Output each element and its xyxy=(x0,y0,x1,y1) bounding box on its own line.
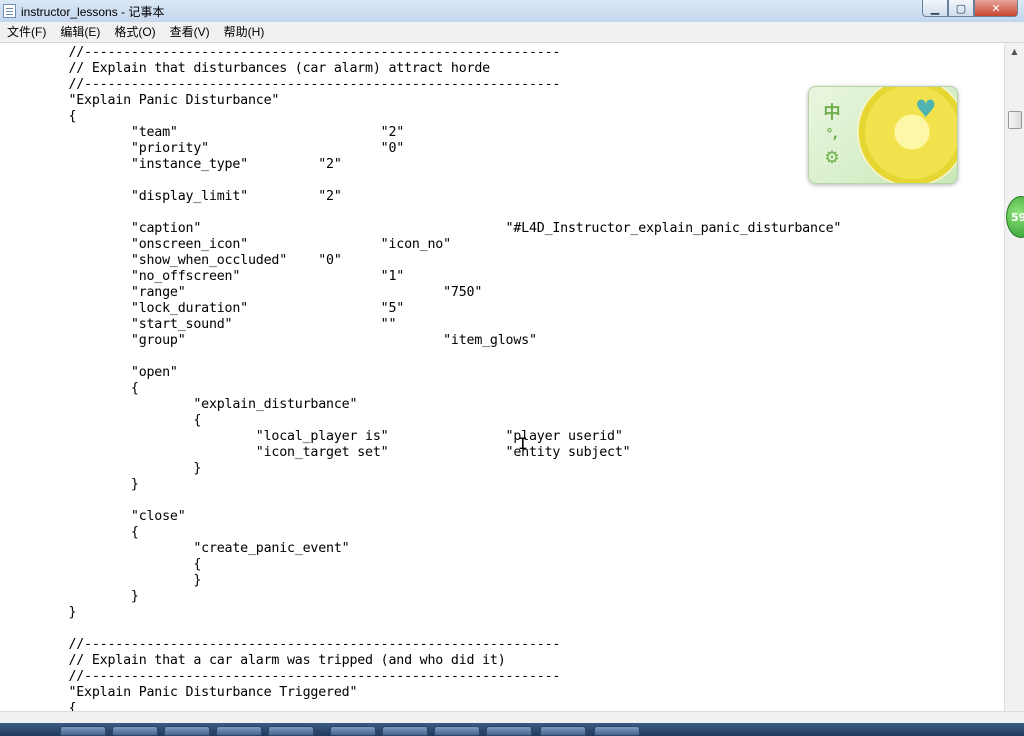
editor-line: //--------------------------------------… xyxy=(6,45,561,60)
ime-settings-button[interactable]: ⚙ xyxy=(819,147,845,169)
ime-mode-button[interactable]: 中 xyxy=(819,99,845,123)
editor-line: "local_player is" "player userid" xyxy=(6,429,623,444)
taskbar-app[interactable] xyxy=(112,726,158,736)
taskbar-app[interactable] xyxy=(164,726,210,736)
maximize-button[interactable]: ▢ xyxy=(948,0,974,17)
editor-line: "range" "750" xyxy=(6,285,483,300)
menu-file[interactable]: 文件(F) xyxy=(0,22,53,42)
window-title: instructor_lessons - 记事本 xyxy=(21,5,165,19)
window-controls: ▁ ▢ ✕ xyxy=(922,0,1018,18)
editor-line: "Explain Panic Disturbance Triggered" xyxy=(6,685,358,700)
editor-line: } xyxy=(6,605,77,620)
taskbar-app[interactable] xyxy=(434,726,480,736)
taskbar-app[interactable] xyxy=(540,726,586,736)
editor-line: "display_limit" "2" xyxy=(6,189,342,204)
menu-bar: 文件(F) 编辑(E) 格式(O) 查看(V) 帮助(H) xyxy=(0,22,1024,43)
heart-icon: ♥ xyxy=(915,95,937,123)
chinese-mode-icon: 中 xyxy=(823,102,841,123)
editor-line: { xyxy=(6,413,202,428)
close-icon: ✕ xyxy=(991,1,1001,15)
punctuation-icon: °, xyxy=(826,126,838,142)
menu-edit[interactable]: 编辑(E) xyxy=(53,22,107,42)
gear-icon: ⚙ xyxy=(824,148,840,168)
editor-line: } xyxy=(6,573,202,588)
editor-line: { xyxy=(6,525,139,540)
side-badge-label: 59 xyxy=(1011,210,1024,224)
taskbar-app[interactable] xyxy=(382,726,428,736)
minimize-icon: ▁ xyxy=(930,1,940,15)
editor-line: "create_panic_event" xyxy=(6,541,350,556)
editor-line: // Explain that a car alarm was tripped … xyxy=(6,653,506,668)
editor-line: "instance_type" "2" xyxy=(6,157,342,172)
scroll-up-icon[interactable]: ▲ xyxy=(1005,43,1024,60)
editor-line: //--------------------------------------… xyxy=(6,77,561,92)
editor-line: "onscreen_icon" "icon_no" xyxy=(6,237,451,252)
editor-line: { xyxy=(6,701,77,711)
menu-format[interactable]: 格式(O) xyxy=(107,22,162,42)
ime-toolbar[interactable]: ♥ 中 °, ⚙ xyxy=(808,86,958,184)
editor-line: } xyxy=(6,477,139,492)
maximize-icon: ▢ xyxy=(955,1,967,15)
editor-line: "team" "2" xyxy=(6,125,405,140)
editor-line: "no_offscreen" "1" xyxy=(6,269,405,284)
notepad-icon xyxy=(3,4,16,18)
editor-line: "start_sound" "" xyxy=(6,317,397,332)
ime-punctuation-button[interactable]: °, xyxy=(819,123,845,145)
vertical-scrollbar[interactable]: ▲ xyxy=(1004,43,1024,711)
editor-line: { xyxy=(6,381,139,396)
menu-view[interactable]: 查看(V) xyxy=(163,22,217,42)
taskbar-app[interactable] xyxy=(330,726,376,736)
minimize-button[interactable]: ▁ xyxy=(922,0,948,17)
editor-line: //--------------------------------------… xyxy=(6,637,561,652)
menu-help[interactable]: 帮助(H) xyxy=(217,22,272,42)
lemon-skin-image xyxy=(857,87,957,183)
close-button[interactable]: ✕ xyxy=(974,0,1018,17)
editor-line: "icon_target set" "entity subject" xyxy=(6,445,631,460)
editor-line: "Explain Panic Disturbance" xyxy=(6,93,280,108)
editor-line: { xyxy=(6,109,77,124)
editor-content[interactable]: //--------------------------------------… xyxy=(6,45,841,711)
editor-line: "priority" "0" xyxy=(6,141,405,156)
editor-line: } xyxy=(6,461,202,476)
editor-line: "show_when_occluded" "0" xyxy=(6,253,342,268)
editor-line: { xyxy=(6,557,202,572)
editor-line: // Explain that disturbances (car alarm)… xyxy=(6,61,490,76)
editor-line: "explain_disturbance" xyxy=(6,397,358,412)
taskbar-app[interactable] xyxy=(594,726,640,736)
taskbar-app[interactable] xyxy=(60,726,106,736)
editor-line: "group" "item_glows" xyxy=(6,333,537,348)
taskbar xyxy=(0,723,1024,736)
taskbar-app[interactable] xyxy=(486,726,532,736)
editor-line: "lock_duration" "5" xyxy=(6,301,405,316)
editor-line: //--------------------------------------… xyxy=(6,669,561,684)
editor-line: "close" xyxy=(6,509,186,524)
title-bar[interactable]: instructor_lessons - 记事本 ▁ ▢ ✕ xyxy=(0,0,1024,23)
editor-line: "open" xyxy=(6,365,178,380)
taskbar-app[interactable] xyxy=(216,726,262,736)
taskbar-app[interactable] xyxy=(268,726,314,736)
editor-line: } xyxy=(6,589,139,604)
text-cursor-icon: I xyxy=(518,434,528,453)
scrollbar-thumb[interactable] xyxy=(1008,111,1022,129)
editor-line: "caption" "#L4D_Instructor_explain_panic… xyxy=(6,221,842,236)
